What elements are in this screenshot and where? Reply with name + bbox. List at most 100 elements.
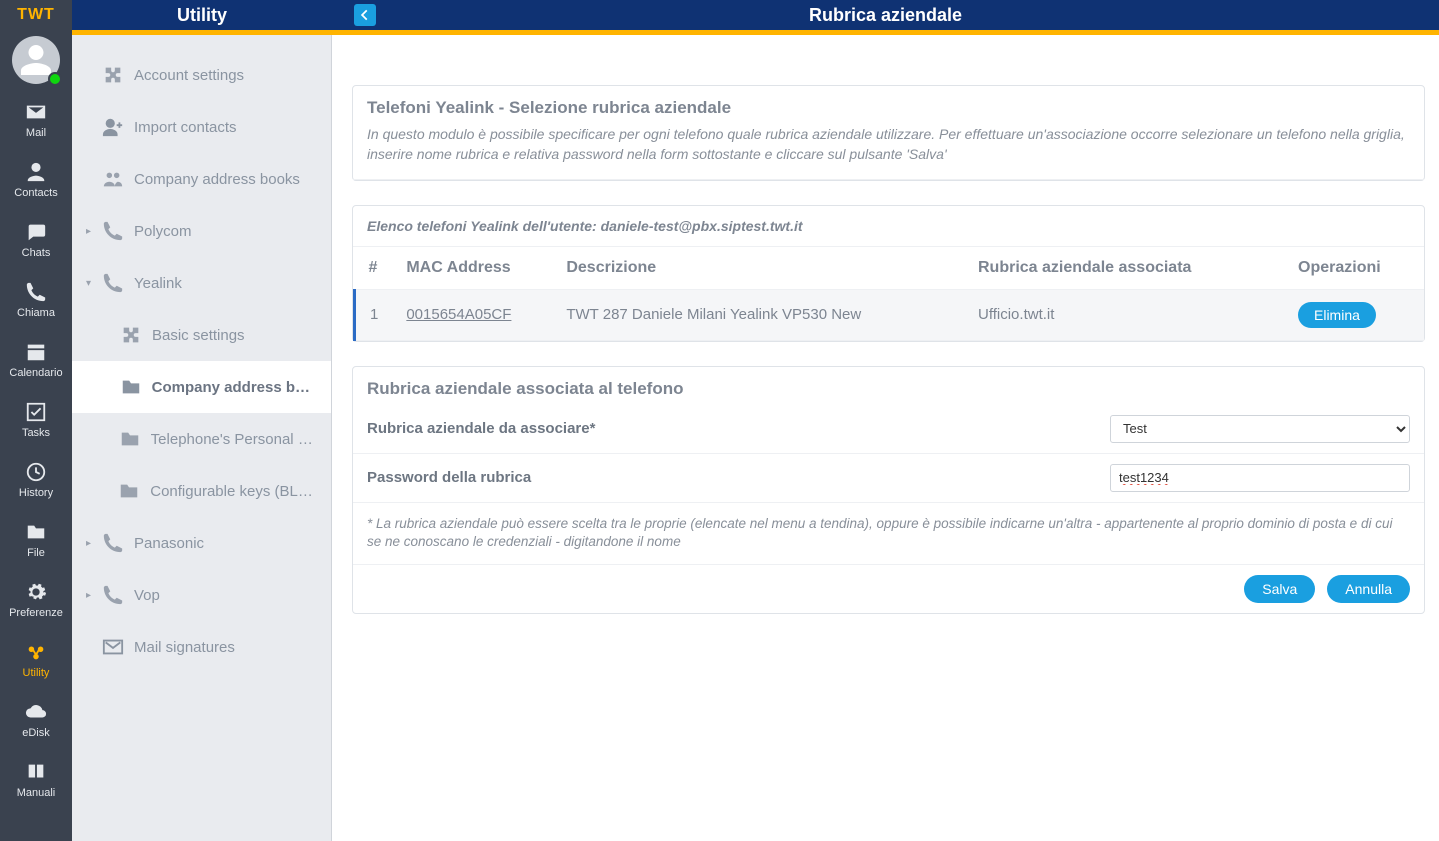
presence-dot [48, 72, 62, 86]
nav-label: File [27, 547, 45, 559]
nav-preferenze[interactable]: Preferenze [0, 570, 72, 630]
intro-panel: Telefoni Yealink - Selezione rubrica azi… [352, 85, 1425, 181]
chevron-left-icon [358, 8, 372, 22]
nav-manuali[interactable]: Manuali [0, 750, 72, 810]
nav-file[interactable]: File [0, 510, 72, 570]
nav-mail[interactable]: Mail [0, 90, 72, 150]
sidebar-item-label: Basic settings [152, 327, 245, 344]
nav-tasks[interactable]: Tasks [0, 390, 72, 450]
chat-icon [25, 221, 47, 243]
sidebar-item-label: Yealink [134, 275, 182, 292]
people-icon [102, 168, 124, 190]
intro-title: Telefoni Yealink - Selezione rubrica azi… [353, 86, 1424, 124]
cell-ops: Elimina [1284, 289, 1424, 340]
delete-button[interactable]: Elimina [1298, 302, 1376, 328]
sidebar-item-label: Polycom [134, 223, 192, 240]
nav-edisk[interactable]: eDisk [0, 690, 72, 750]
sidebar-item-9[interactable]: ▸ Panasonic [72, 517, 331, 569]
header-left-title: Utility [177, 5, 227, 26]
nav-label: Mail [26, 127, 46, 139]
check-icon [25, 401, 47, 423]
form-panel: Rubrica aziendale associata al telefono … [352, 366, 1425, 615]
collapse-sidebar-button[interactable] [354, 4, 376, 26]
brand-logo: TWT [0, 0, 72, 30]
nav-label: Preferenze [9, 607, 63, 619]
utility-icon [25, 641, 47, 663]
sidebar-item-label: Account settings [134, 67, 244, 84]
sidebar-item-label: Company address books [134, 171, 300, 188]
sidebar-item-2[interactable]: Company address books [72, 153, 331, 205]
mail-icon [102, 636, 124, 658]
label-rubrica: Rubrica aziendale da associare* [367, 420, 1110, 437]
phone-icon [102, 584, 124, 606]
col-ops: Operazioni [1284, 247, 1424, 290]
sidebar-item-label: Vop [134, 587, 160, 604]
cancel-button[interactable]: Annulla [1327, 575, 1410, 603]
header-left: Utility [72, 0, 332, 30]
chevron-right-icon: ▸ [86, 226, 98, 237]
phone-icon [25, 281, 47, 303]
folder-icon [120, 376, 142, 398]
puzzle-icon [102, 64, 124, 86]
col-mac: MAC Address [392, 247, 552, 290]
password-input[interactable] [1110, 464, 1410, 492]
cloud-icon [25, 701, 47, 723]
person-icon [18, 42, 54, 78]
person-plus-icon [102, 116, 124, 138]
phones-caption: Elenco telefoni Yealink dell'utente: dan… [353, 206, 1424, 247]
form-note: * La rubrica aziendale può essere scelta… [353, 503, 1424, 566]
phones-table: # MAC Address Descrizione Rubrica aziend… [353, 247, 1424, 341]
sidebar-item-0[interactable]: Account settings [72, 49, 331, 101]
folder-icon [25, 521, 47, 543]
phone-icon [102, 220, 124, 242]
nav-rail: TWT Mail Contacts Chats Chiama Calendari… [0, 0, 72, 841]
sidebar-item-label: Panasonic [134, 535, 204, 552]
sidebar-item-3[interactable]: ▸ Polycom [72, 205, 331, 257]
sidebar-item-6[interactable]: Company address book [72, 361, 331, 413]
sidebar-item-label: Mail signatures [134, 639, 235, 656]
nav-utility[interactable]: Utility [0, 630, 72, 690]
sidebar-item-1[interactable]: Import contacts [72, 101, 331, 153]
chevron-right-icon: ▸ [86, 538, 98, 549]
row-password: Password della rubrica [353, 454, 1424, 503]
nav-chiama[interactable]: Chiama [0, 270, 72, 330]
clock-icon [25, 461, 47, 483]
phone-icon [102, 272, 124, 294]
settings-tree: Account settings Import contacts Company a… [72, 35, 332, 841]
nav-label: Utility [23, 667, 50, 679]
phone-icon [102, 532, 124, 554]
avatar-wrap[interactable] [0, 30, 72, 90]
person-icon [25, 161, 47, 183]
nav-label: Chats [22, 247, 51, 259]
nav-label: History [19, 487, 53, 499]
sidebar-item-label: Import contacts [134, 119, 237, 136]
puzzle-icon [120, 324, 142, 346]
row-rubrica: Rubrica aziendale da associare* Test [353, 405, 1424, 454]
form-title: Rubrica aziendale associata al telefono [353, 367, 1424, 405]
nav-label: Manuali [17, 787, 56, 799]
gear-icon [25, 581, 47, 603]
sidebar-item-4[interactable]: ▾Yealink [72, 257, 331, 309]
nav-contacts[interactable]: Contacts [0, 150, 72, 210]
sidebar-item-11[interactable]: Mail signatures [72, 621, 331, 673]
nav-chats[interactable]: Chats [0, 210, 72, 270]
nav-label: Contacts [14, 187, 57, 199]
table-row[interactable]: 1 0015654A05CF TWT 287 Daniele Milani Ye… [355, 289, 1425, 340]
sidebar-item-7[interactable]: Telephone's Personal add… [72, 413, 331, 465]
header-right: Rubrica aziendale [332, 0, 1439, 30]
rubrica-select[interactable]: Test [1110, 415, 1410, 443]
nav-calendario[interactable]: Calendario [0, 330, 72, 390]
nav-history[interactable]: History [0, 450, 72, 510]
col-desc: Descrizione [552, 247, 964, 290]
sidebar-item-label: Company address book [152, 379, 317, 396]
sidebar-item-10[interactable]: ▸Vop [72, 569, 331, 621]
sidebar-item-label: Configurable keys (BLF - S… [150, 483, 317, 500]
book-icon [25, 761, 47, 783]
cell-n: 1 [355, 289, 393, 340]
intro-text: In questo modulo è possibile specificare… [353, 124, 1424, 180]
save-button[interactable]: Salva [1244, 575, 1315, 603]
sidebar-item-8[interactable]: Configurable keys (BLF - S… [72, 465, 331, 517]
col-n: # [355, 247, 393, 290]
mac-link[interactable]: 0015654A05CF [406, 306, 511, 323]
sidebar-item-5[interactable]: Basic settings [72, 309, 331, 361]
